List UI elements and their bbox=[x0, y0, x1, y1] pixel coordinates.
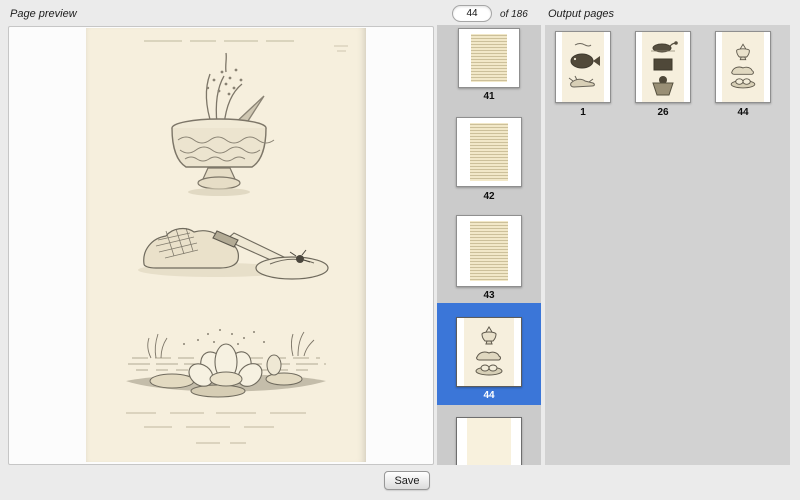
output-page-44-number: 44 bbox=[715, 107, 771, 118]
app-window: Page preview of 186 Output pages bbox=[0, 0, 800, 500]
mini-plate-artwork bbox=[723, 38, 763, 96]
output-pages-label: Output pages bbox=[548, 8, 614, 20]
preview-page-image bbox=[86, 28, 366, 462]
output-pages-panel: 1 26 bbox=[545, 25, 790, 465]
output-page-26-image bbox=[642, 32, 684, 102]
thumbnail-page-45-image bbox=[467, 418, 512, 465]
output-page-26[interactable] bbox=[635, 31, 691, 103]
page-preview-panel bbox=[8, 26, 434, 465]
output-page-1-number: 1 bbox=[555, 107, 611, 118]
mini-bird-basket-artwork bbox=[643, 35, 683, 99]
page-number-input[interactable] bbox=[452, 5, 492, 22]
page-thumbnail-list: 41 42 43 bbox=[437, 25, 541, 465]
page-total-label: of 186 bbox=[500, 9, 528, 20]
thumbnail-page-41-image bbox=[468, 29, 510, 87]
selected-thumbnail-highlight[interactable]: 44 bbox=[437, 303, 541, 405]
thumbnail-page-42-image bbox=[467, 118, 512, 186]
thumbnail-page-42[interactable] bbox=[456, 117, 522, 187]
output-page-44[interactable] bbox=[715, 31, 771, 103]
output-page-44-image bbox=[722, 32, 764, 102]
thumbnail-page-43-number: 43 bbox=[437, 290, 541, 301]
mini-plate-artwork bbox=[467, 321, 511, 383]
plate-artwork bbox=[86, 28, 366, 462]
output-page-1[interactable] bbox=[555, 31, 611, 103]
thumbnail-page-44-selected[interactable] bbox=[456, 317, 522, 387]
mini-fish-artwork bbox=[563, 35, 603, 99]
thumbnail-page-43[interactable] bbox=[456, 215, 522, 287]
output-page-26-number: 26 bbox=[635, 107, 691, 118]
output-page-1-image bbox=[562, 32, 604, 102]
thumbnail-page-43-image bbox=[467, 216, 512, 286]
page-preview-label: Page preview bbox=[10, 8, 77, 20]
save-button[interactable]: Save bbox=[384, 471, 430, 490]
thumbnail-page-41-number: 41 bbox=[437, 91, 541, 102]
thumbnail-page-42-number: 42 bbox=[437, 191, 541, 202]
thumbnail-page-45-partial[interactable] bbox=[456, 417, 522, 465]
thumbnail-page-44-number: 44 bbox=[437, 390, 541, 401]
thumbnail-page-44-image bbox=[464, 318, 514, 386]
thumbnail-page-41[interactable] bbox=[458, 28, 520, 88]
